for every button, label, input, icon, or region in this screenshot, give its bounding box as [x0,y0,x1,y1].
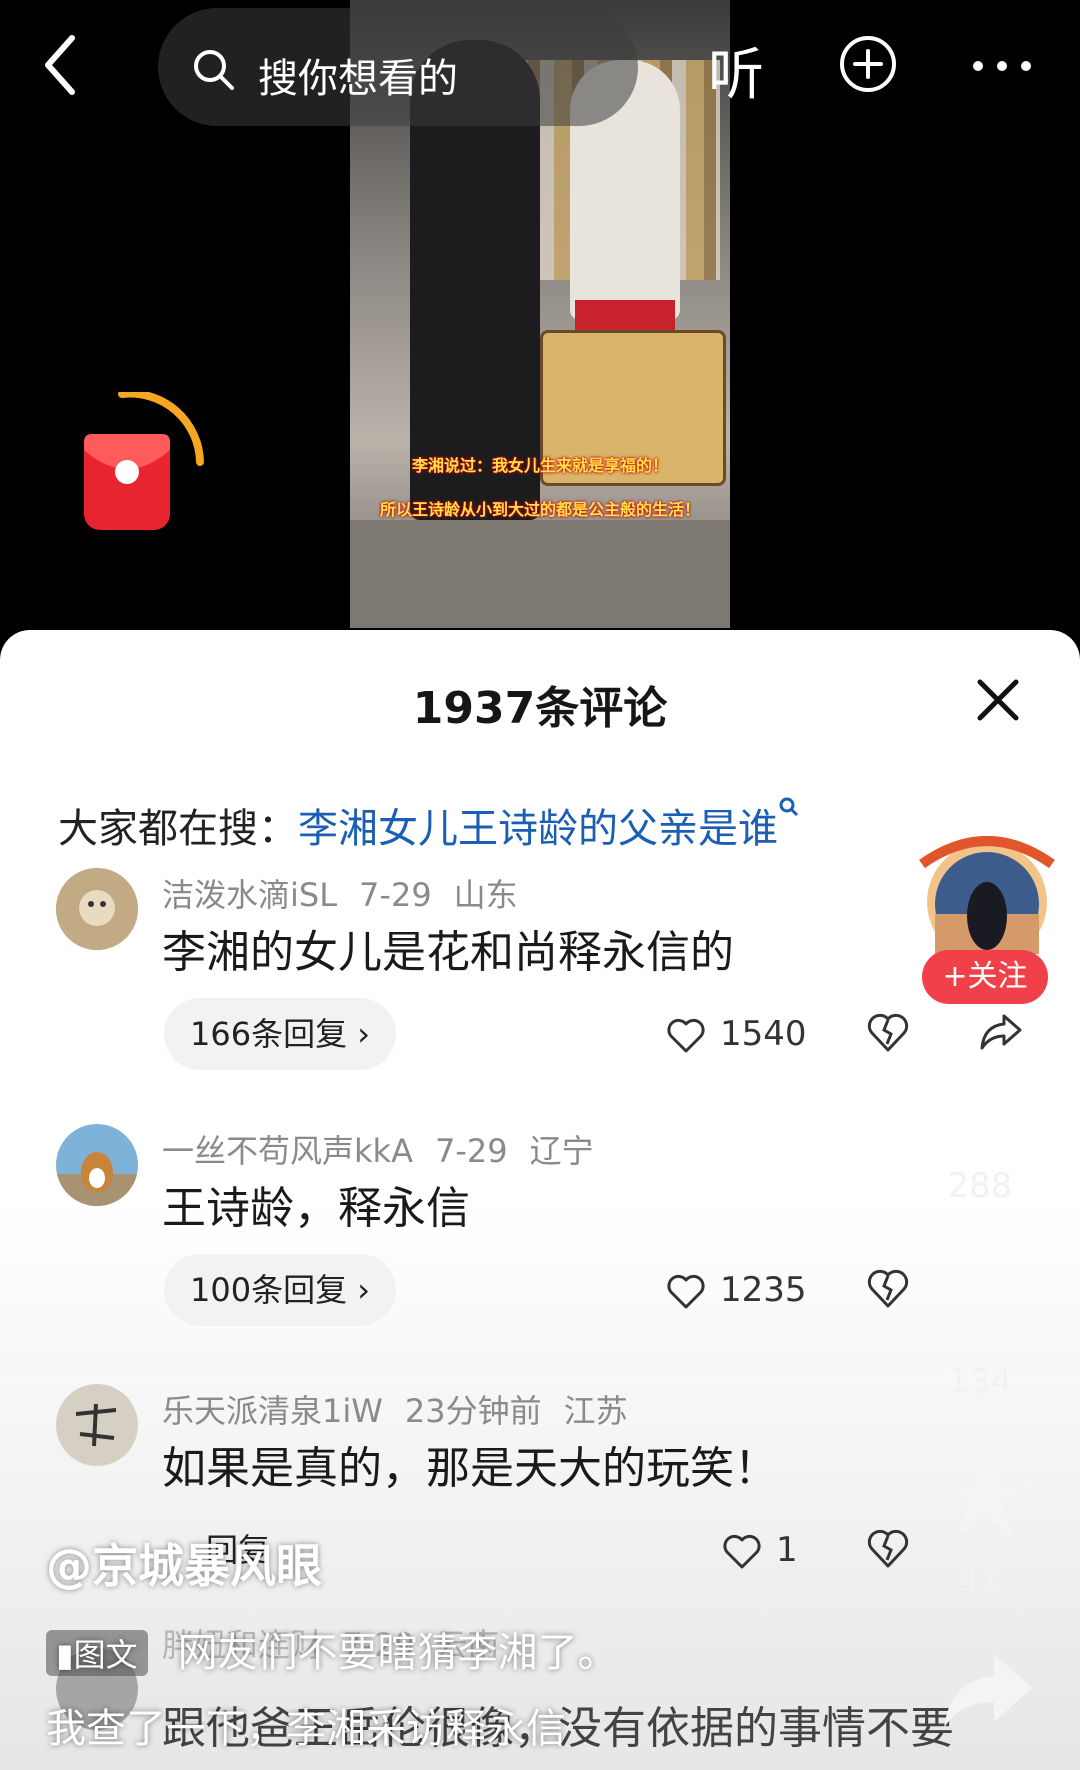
comment-user[interactable]: 洁泼水滴iSL [162,876,337,914]
hot-search-query[interactable]: 李湘女儿王诗龄的父亲是谁 [298,806,778,852]
close-icon [977,679,1019,721]
dislike-button[interactable] [866,1266,910,1314]
red-packet-button[interactable] [82,389,212,536]
share-arrow-icon [980,1014,1022,1050]
comment-meta: 一丝不苟风声kkA 7-29 辽宁 [162,1126,616,1172]
post-description-text: 网友们不要瞎猜李湘了。 [177,1630,618,1676]
post-type-tag: ▮图文 [46,1630,148,1676]
add-button[interactable] [838,34,898,98]
comment-date: 7-29 [359,876,432,914]
like-count: 1235 [720,1270,807,1310]
post-author[interactable]: @京城暴风眼 [46,1530,322,1596]
more-button[interactable] [970,40,1034,94]
chevron-left-icon [45,35,75,95]
follow-button[interactable]: +关注 [922,950,1048,1004]
search-icon [194,50,234,90]
search-placeholder: 搜你想看的 [258,56,458,102]
dislike-button[interactable] [866,1010,910,1058]
post-type-tag-label: 图文 [73,1636,138,1674]
comment-region: 江苏 [563,1392,628,1430]
plus-circle-icon [840,36,896,92]
broken-heart-icon [867,1529,909,1568]
comment-side-count: 288 [947,1166,1013,1206]
comment-region: 辽宁 [529,1132,594,1170]
comment-count-title: 1937条评论 [412,683,668,734]
share-main-button[interactable] [940,1650,1034,1734]
listen-button[interactable]: 听 [708,30,764,111]
star-icon [942,1454,1028,1536]
red-packet-icon [84,389,204,530]
heart-icon [723,1534,761,1568]
calligraphy-avatar-icon [56,1384,138,1466]
comment-date: 23分钟前 [404,1392,542,1430]
hot-search-row[interactable]: 大家都在搜：李湘女儿王诗龄的父亲是谁 [58,796,800,854]
comment-date: 7-29 [434,1132,508,1170]
comment-user[interactable]: 一丝不苟风声kkA [162,1132,413,1170]
dog-avatar-icon [56,1124,138,1206]
like-button[interactable]: 1540 [666,1014,807,1054]
like-count: 1 [776,1530,798,1570]
back-button[interactable] [40,30,100,100]
comment-user[interactable]: 乐天派清泉1iW [162,1392,383,1430]
avatar[interactable] [56,868,138,950]
comment-text[interactable]: 王诗龄，释永信 [162,1172,470,1236]
share-arrow-icon [944,1654,1032,1728]
broken-heart-icon [867,1269,909,1308]
comment-meta: 洁泼水滴iSL 7-29 山东 [162,870,540,916]
like-count: 1540 [720,1014,807,1054]
close-button[interactable] [976,678,1020,726]
search-small-icon [779,797,799,817]
comment-meta: 乐天派清泉1iW 23分钟前 江苏 [162,1386,650,1432]
avatar[interactable] [56,1384,138,1466]
heart-icon [667,1018,705,1052]
heart-icon [667,1274,705,1308]
share-side-count: 41 [958,1560,1002,1600]
dislike-button[interactable] [866,1526,910,1574]
like-button[interactable]: 1235 [666,1270,807,1310]
creator-avatar-image [919,836,1055,962]
hot-search-label: 大家都在搜： [58,806,298,852]
view-replies-button[interactable]: 166条回复 › [164,998,397,1070]
favorite-button[interactable] [938,1450,1032,1544]
store-counter [350,520,730,628]
video-caption-1: 李湘说过：我女儿生来就是享福的！ [411,456,668,475]
comment-text[interactable]: 李湘的女儿是花和尚释永信的 [162,916,734,980]
avatar[interactable] [56,1124,138,1206]
post-description-line1[interactable]: ▮图文 网友们不要瞎猜李湘了。 [46,1620,618,1678]
comment-item: 一丝不苟风声kkA 7-29 辽宁 王诗龄，释永信 100条回复 › 1235 [0,1124,1080,1364]
search-bar[interactable]: 搜你想看的 [158,8,638,126]
like-button[interactable]: 1 [722,1530,798,1570]
post-description-line2[interactable]: 我查了一下，李湘采访释永信 [46,1696,566,1754]
share-button[interactable] [978,1010,1024,1058]
video-caption-2: 所以王诗龄从小到大过的都是公主般的生活！ [379,500,700,519]
comment-text[interactable]: 如果是真的，那是天大的玩笑！ [162,1432,778,1496]
more-dots-icon [973,61,1031,71]
favorite-side-count: 134 [947,1362,1013,1402]
broken-heart-icon [867,1013,909,1052]
bear-avatar-icon [56,868,138,950]
comment-region: 山东 [453,876,518,914]
view-replies-button[interactable]: 100条回复 › [164,1254,397,1326]
